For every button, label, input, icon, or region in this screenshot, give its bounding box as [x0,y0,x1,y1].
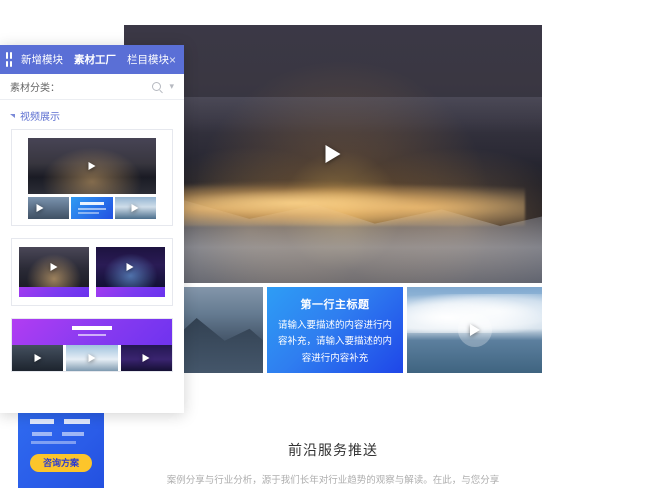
thumb-sea [114,197,156,219]
search-label: 素材分类： [10,83,60,94]
purple-banner [12,319,172,345]
category-label: 视频展示 [20,112,60,123]
category-row[interactable]: 视频展示 [0,100,184,129]
play-icon [36,204,44,212]
play-icon [126,263,134,271]
grid-icon[interactable] [6,52,12,67]
caret-right-icon[interactable] [10,113,15,118]
close-icon[interactable]: × [169,54,176,66]
material-card-list [0,129,184,372]
city-lights [140,179,526,227]
promo-line [62,432,84,436]
play-icon [88,162,96,170]
double-chevron-down-icon[interactable]: ▾ [169,82,174,91]
thumb-text-blue [71,197,113,219]
play-icon[interactable] [469,324,480,336]
play-icon [131,204,139,212]
play-icon[interactable] [325,145,341,163]
thumb-mountain [28,197,70,219]
card-title: 第一行主标题 [300,299,370,311]
panel-tabs: 新增模块 素材工厂 栏目模块 [21,52,169,67]
material-card-2[interactable] [11,238,173,306]
play-icon [34,354,42,362]
tab-material-factory[interactable]: 素材工厂 [74,52,116,67]
play-icon [50,263,58,271]
promo-line [64,419,90,424]
tab-column-module[interactable]: 栏目模块 [127,52,169,67]
card-body: 请输入要描述的内容进行内容补充，请输入要描述的内容进行内容补充 [277,320,392,364]
thumb-night-harbor [95,247,165,287]
material-card-3[interactable] [11,318,173,372]
material-card-1[interactable] [11,129,173,226]
thumb-snow-video [66,345,118,371]
material-panel: 新增模块 素材工厂 栏目模块 × 素材分类： ▾ 视频展示 [0,45,184,413]
thumb-strip [12,345,172,371]
thumb-strip [28,197,156,219]
sky-glow [124,97,542,134]
panel-header: 新增模块 素材工厂 栏目模块 × [0,45,184,79]
search-icons: ▾ [152,82,174,91]
search-icon[interactable] [152,82,162,91]
dual-video-cards [16,243,168,301]
app-root: 第一行主标题 请输入要描述的内容进行内容补充，请输入要描述的内容进行内容补充 咨… [0,0,666,500]
three-card-row: 第一行主标题 请输入要描述的内容进行内容补充，请输入要描述的内容进行内容补充 [124,287,542,373]
header-caret [86,74,96,79]
card-video-sea[interactable] [407,287,542,373]
tab-new-module[interactable]: 新增模块 [21,52,63,67]
hero-video-block[interactable] [124,25,542,283]
thumb-night-city [19,247,89,287]
banner-sub-bar [78,334,106,336]
play-icon [142,354,150,362]
thumb-dark-video [12,345,64,371]
play-icon [88,354,96,362]
bottom-section: 前沿服务推送 案例分享与行业分析，源于我们长年对行业趋势的观察与解读。在此，与您… [0,440,666,486]
video-card-right [95,247,165,297]
banner-title-bar [72,326,112,330]
card-text-blue[interactable]: 第一行主标题 请输入要描述的内容进行内容补充，请输入要描述的内容进行内容补充 [267,287,403,373]
section-subtitle: 案例分享与行业分析，源于我们长年对行业趋势的观察与解读。在此，与您分享 [166,475,500,486]
thumb-purple-video [120,345,172,371]
promo-line [32,432,52,436]
thumb-hero-video [28,138,156,194]
promo-line [30,419,54,424]
caption-purple [19,287,89,297]
section-title: 前沿服务推送 [288,442,378,458]
caption-purple [95,287,165,297]
video-card-left [19,247,89,297]
